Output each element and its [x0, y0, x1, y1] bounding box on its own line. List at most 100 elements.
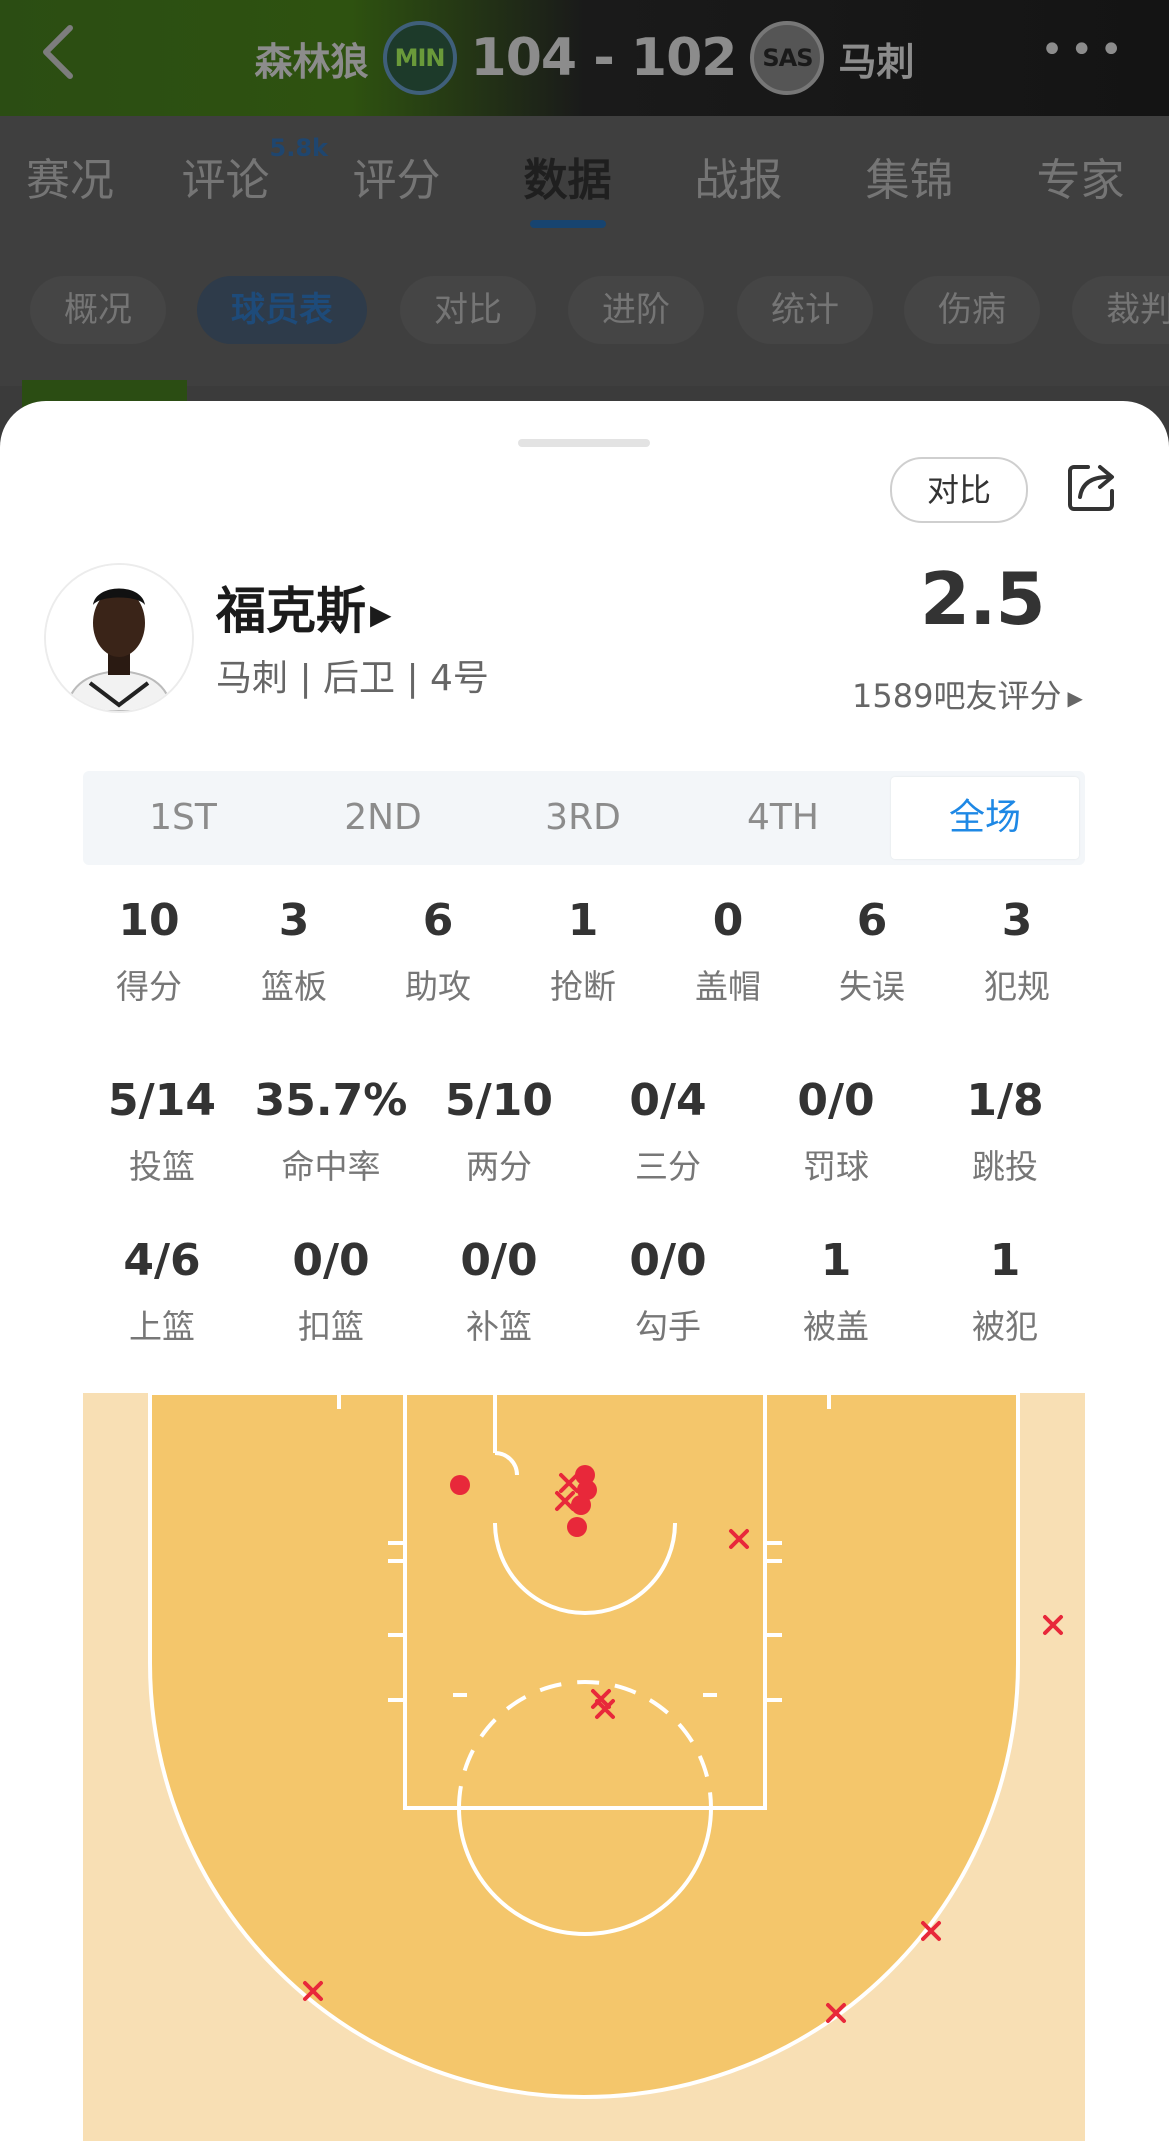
tab-highlights[interactable]: 集锦: [824, 144, 995, 208]
away-team-logo: SAS: [750, 21, 825, 95]
tab-data[interactable]: 数据: [482, 144, 653, 228]
chip-stats[interactable]: 统计: [737, 276, 873, 344]
stat-label: 篮板: [261, 967, 327, 1006]
stat-label: 命中率: [281, 1147, 381, 1186]
shot-chart: [83, 1391, 1085, 2141]
stat-value: 1/8: [966, 1075, 1044, 1126]
more-icon[interactable]: •••: [1040, 30, 1129, 70]
quarter-tab-1st[interactable]: 1ST: [83, 771, 283, 865]
stat-label: 三分: [635, 1147, 701, 1186]
tab-label: 数据: [523, 155, 612, 206]
stat-label: 勾手: [635, 1307, 701, 1346]
stat-two-pt: 5/10 两分: [424, 1075, 574, 1188]
made-shot-marker: [450, 1475, 470, 1495]
chip-compare[interactable]: 对比: [400, 276, 536, 344]
quarter-tabs: 1ST 2ND 3RD 4TH 全场: [83, 771, 1085, 865]
sheet-drag-handle[interactable]: [518, 439, 650, 447]
stat-value: 5/10: [445, 1075, 553, 1126]
player-name-text: 福克斯: [216, 582, 366, 640]
stat-assists: 6 助攻: [363, 895, 513, 1008]
stat-tip-ins: 0/0 补篮: [424, 1235, 574, 1348]
tab-label: 战报: [694, 155, 783, 206]
made-shot-marker: [567, 1517, 587, 1537]
stat-steals: 1 抢断: [508, 895, 658, 1008]
stat-label: 助攻: [405, 967, 471, 1006]
chip-overview[interactable]: 概况: [30, 276, 166, 344]
stat-hook-shots: 0/0 勾手: [593, 1235, 743, 1348]
stat-turnovers: 6 失误: [797, 895, 947, 1008]
player-avatar: [44, 563, 194, 713]
quarter-tab-4th[interactable]: 4TH: [683, 771, 883, 865]
stat-label: 投篮: [129, 1147, 195, 1186]
stat-label: 两分: [466, 1147, 532, 1186]
stat-layups: 4/6 上篮: [87, 1235, 237, 1348]
tab-game[interactable]: 赛况: [0, 144, 140, 208]
main-tabs: 赛况 评论 5.8k 评分 数据 战报 集锦 专家: [0, 116, 1169, 236]
stat-value: 3: [278, 895, 310, 946]
tab-rating[interactable]: 评分: [311, 144, 482, 208]
quarter-tab-2nd[interactable]: 2ND: [283, 771, 483, 865]
triangle-right-icon: ▶: [370, 598, 392, 631]
player-detail-sheet: 对比 福克斯 ▶ 马刺 | 后卫 | 4号 2.5 1589吧友评分 ▶ 1ST 2…: [0, 401, 1169, 2141]
player-rating: 2.5: [920, 557, 1046, 641]
home-team-logo: MIN: [382, 21, 457, 95]
compare-button[interactable]: 对比: [890, 457, 1028, 523]
chip-advanced[interactable]: 进阶: [568, 276, 704, 344]
stat-label: 被盖: [803, 1307, 869, 1346]
stat-got-blocked: 1 被盖: [761, 1235, 911, 1348]
stat-label: 失误: [839, 967, 905, 1006]
tab-label: 赛况: [26, 155, 114, 206]
away-team-name: 马刺: [838, 39, 915, 84]
rating-count-text: 1589吧友评分: [852, 677, 1062, 715]
tab-label: 评论: [181, 155, 270, 206]
share-icon[interactable]: [1064, 459, 1120, 515]
home-team-name: 森林狼: [254, 39, 369, 84]
tab-label: 评分: [352, 155, 441, 206]
stat-value: 5/14: [108, 1075, 216, 1126]
stat-value: 1: [820, 1235, 852, 1286]
stat-value: 1: [989, 1235, 1021, 1286]
quarter-tab-3rd[interactable]: 3RD: [483, 771, 683, 865]
quarter-tab-full-game[interactable]: 全场: [891, 777, 1079, 859]
stat-value: 0/4: [629, 1075, 707, 1126]
shot-chart-svg: [83, 1391, 1085, 2141]
stat-free-throws: 0/0 罚球: [761, 1075, 911, 1188]
chip-player-table[interactable]: 球员表: [197, 276, 367, 344]
tab-comments[interactable]: 评论 5.8k: [140, 134, 328, 208]
stat-label: 补篮: [466, 1307, 532, 1346]
stat-value: 4/6: [123, 1235, 201, 1286]
stat-label: 犯规: [984, 967, 1050, 1006]
rating-count-link[interactable]: 1589吧友评分 ▶: [852, 671, 1083, 717]
chip-injuries[interactable]: 伤病: [904, 276, 1040, 344]
player-meta: 马刺 | 后卫 | 4号: [216, 658, 489, 699]
stat-fg-pct: 35.7% 命中率: [246, 1075, 416, 1188]
stat-value: 1: [567, 895, 599, 946]
stat-dunks: 0/0 扣篮: [256, 1235, 406, 1348]
game-header: 森林狼 MIN 104 - 102 SAS 马刺 •••: [0, 0, 1169, 116]
stat-label: 跳投: [972, 1147, 1038, 1186]
stat-value: 10: [118, 895, 180, 946]
made-shot-marker: [571, 1495, 591, 1515]
stat-label: 被犯: [972, 1307, 1038, 1346]
chip-referees[interactable]: 裁判: [1072, 276, 1169, 344]
tab-report[interactable]: 战报: [653, 144, 824, 208]
stat-fouls-drawn: 1 被犯: [930, 1235, 1080, 1348]
stat-label: 罚球: [803, 1147, 869, 1186]
stat-value: 0/0: [460, 1235, 538, 1286]
stat-value: 3: [1001, 895, 1033, 946]
stat-blocks: 0 盖帽: [653, 895, 803, 1008]
scoreline[interactable]: 森林狼 MIN 104 - 102 SAS 马刺: [0, 0, 1169, 116]
stat-fouls: 3 犯规: [942, 895, 1092, 1008]
stat-fg: 5/14 投篮: [87, 1075, 237, 1188]
stat-three-pt: 0/4 三分: [593, 1075, 743, 1188]
tab-experts[interactable]: 专家: [995, 144, 1166, 208]
stat-label: 得分: [116, 967, 182, 1006]
stat-value: 0/0: [797, 1075, 875, 1126]
player-name[interactable]: 福克斯 ▶: [216, 571, 392, 643]
stat-value: 6: [422, 895, 454, 946]
tab-label: 集锦: [865, 155, 954, 206]
tab-label: 专家: [1036, 155, 1125, 206]
stat-label: 抢断: [550, 967, 616, 1006]
stat-label: 盖帽: [695, 967, 761, 1006]
stat-rebounds: 3 篮板: [219, 895, 369, 1008]
